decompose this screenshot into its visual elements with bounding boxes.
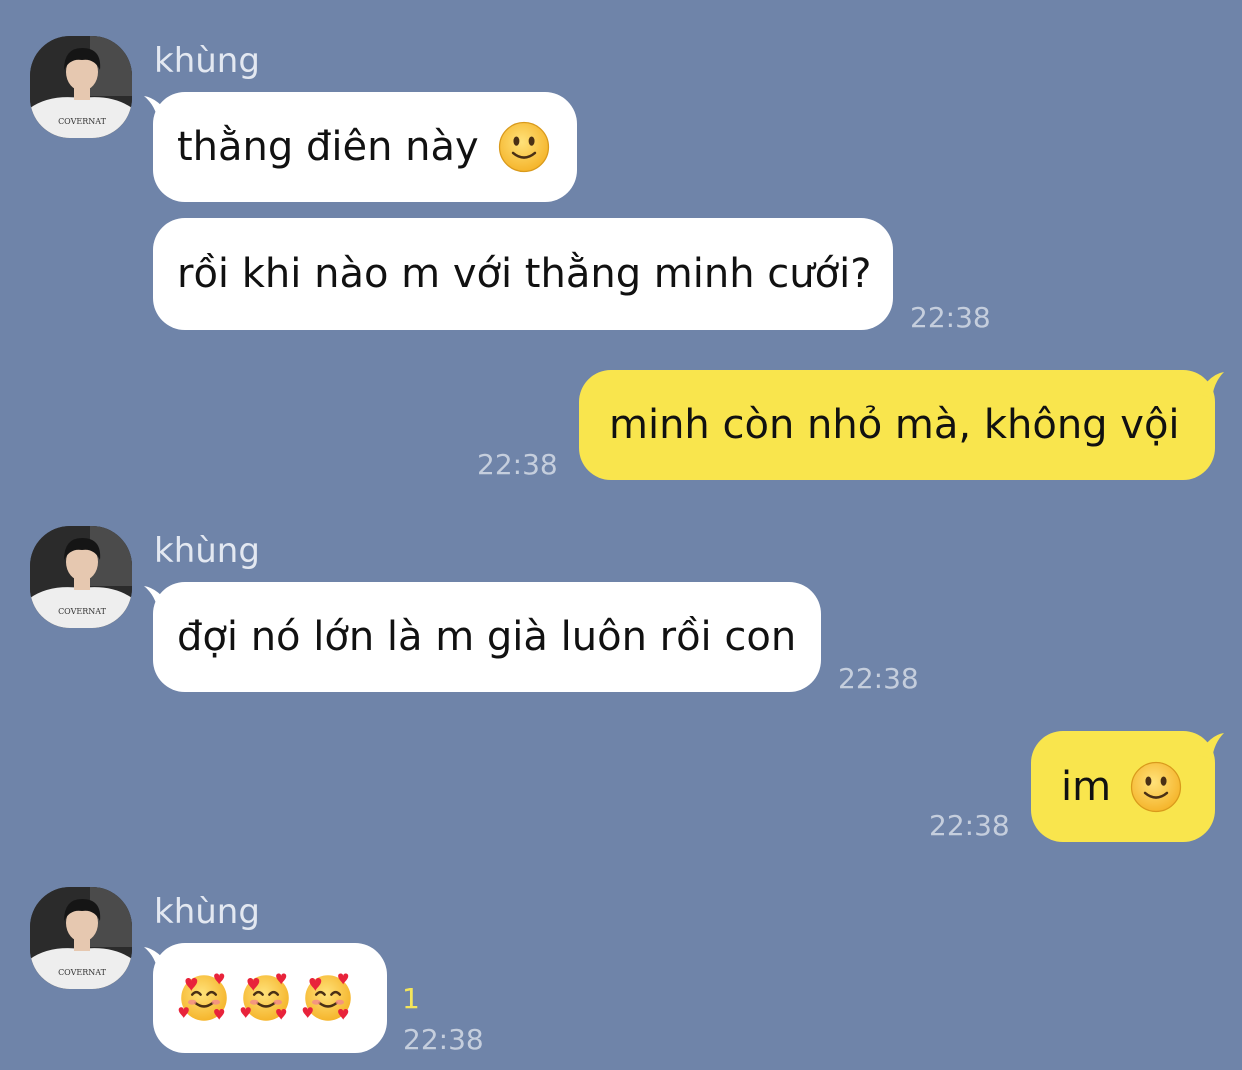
message-bubble[interactable]: im: [1031, 731, 1215, 842]
avatar[interactable]: COVERNAT: [30, 36, 132, 138]
message-text: thằng điên này: [177, 124, 479, 170]
slightly-smiling-face-icon: [497, 120, 551, 174]
smiling-face-with-hearts-icon: [239, 970, 293, 1026]
slightly-smiling-face-icon: [1129, 760, 1183, 814]
sender-name: khùng: [154, 892, 260, 932]
message-bubble[interactable]: thằng điên này: [153, 92, 577, 202]
smiling-face-with-hearts-icon: [177, 970, 231, 1026]
sender-name: khùng: [154, 531, 260, 571]
message-bubble[interactable]: [153, 943, 387, 1053]
avatar[interactable]: COVERNAT: [30, 526, 132, 628]
bubble-tail: [1198, 733, 1224, 759]
message-timestamp: 22:38: [477, 448, 558, 481]
unread-count: 1: [402, 982, 420, 1015]
avatar-photo: COVERNAT: [30, 887, 132, 989]
sender-name: khùng: [154, 41, 260, 81]
message-timestamp: 22:38: [403, 1023, 484, 1056]
svg-text:COVERNAT: COVERNAT: [58, 968, 107, 977]
message-text: im: [1061, 763, 1112, 810]
smiling-face-with-hearts-icon: [301, 970, 355, 1026]
message-timestamp: 22:38: [838, 662, 919, 695]
avatar-photo: COVERNAT: [30, 36, 132, 138]
message-text: rồi khi nào m với thằng minh cưới?: [177, 251, 872, 297]
message-text: minh còn nhỏ mà, không vội: [609, 402, 1180, 448]
message-bubble[interactable]: minh còn nhỏ mà, không vội: [579, 370, 1215, 480]
svg-text:COVERNAT: COVERNAT: [58, 607, 107, 616]
message-bubble[interactable]: đợi nó lớn là m già luôn rồi con: [153, 582, 821, 692]
message-bubble[interactable]: rồi khi nào m với thằng minh cưới?: [153, 218, 893, 330]
message-text: đợi nó lớn là m già luôn rồi con: [177, 614, 797, 660]
message-timestamp: 22:38: [929, 809, 1010, 842]
bubble-tail: [1198, 372, 1224, 398]
avatar[interactable]: COVERNAT: [30, 887, 132, 989]
message-timestamp: 22:38: [910, 301, 991, 334]
avatar-photo: COVERNAT: [30, 526, 132, 628]
svg-text:COVERNAT: COVERNAT: [58, 117, 107, 126]
